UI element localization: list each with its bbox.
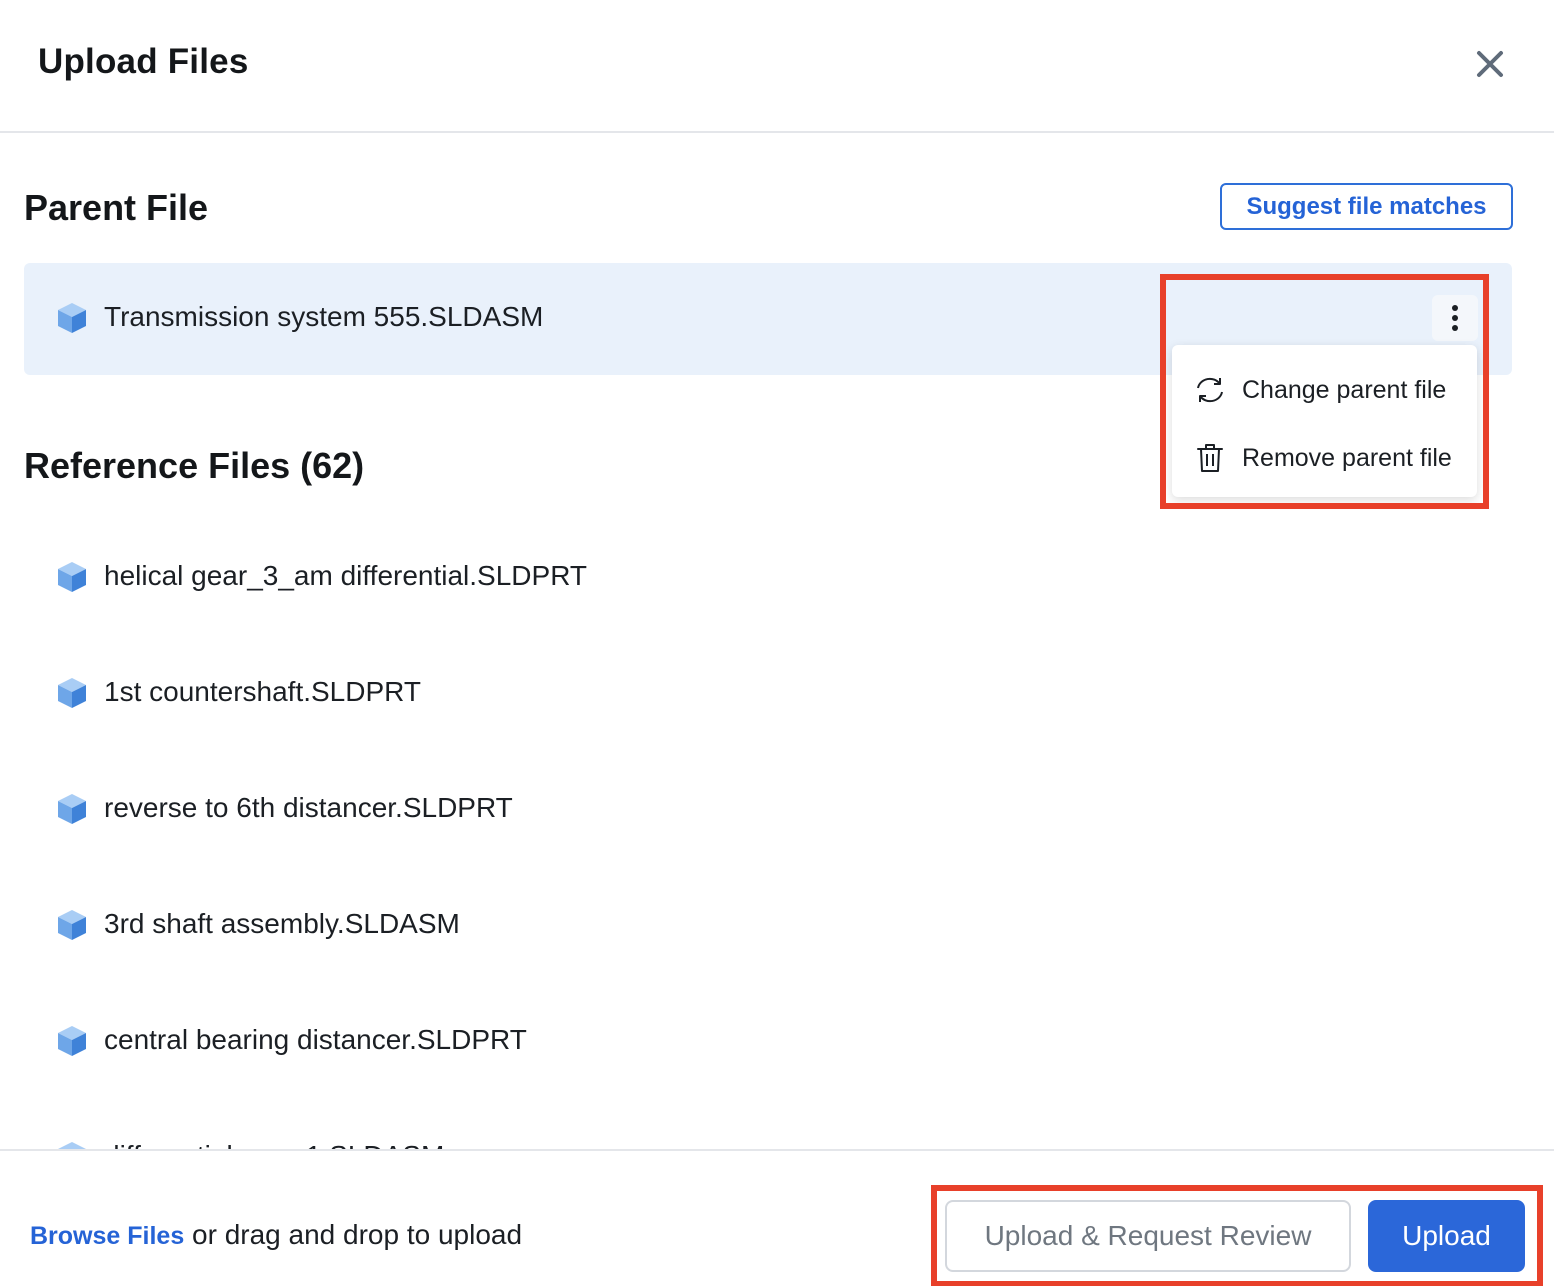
upload-files-dialog: Upload Files Parent File Suggest file ma… xyxy=(0,0,1554,1286)
change-parent-file-label: Change parent file xyxy=(1242,375,1447,404)
list-item[interactable]: reverse to 6th distancer.SLDPRT xyxy=(24,779,1512,839)
trash-icon xyxy=(1190,438,1230,478)
reference-file-name: differential assy 1.SLDASM xyxy=(104,1140,444,1149)
kebab-menu-icon xyxy=(1452,305,1458,331)
cube-icon xyxy=(58,678,86,708)
cube-icon xyxy=(58,562,86,592)
dialog-header: Upload Files xyxy=(0,0,1554,133)
reference-file-name: reverse to 6th distancer.SLDPRT xyxy=(104,792,513,823)
reference-file-name: 1st countershaft.SLDPRT xyxy=(104,676,421,707)
change-parent-file-menu-item[interactable]: Change parent file xyxy=(1172,359,1477,421)
list-item[interactable]: differential assy 1.SLDASM xyxy=(24,1127,1512,1149)
cube-icon xyxy=(58,1026,86,1056)
list-item[interactable]: 3rd shaft assembly.SLDASM xyxy=(24,895,1512,955)
reference-file-name: 3rd shaft assembly.SLDASM xyxy=(104,908,460,939)
parent-file-name: Transmission system 555.SLDASM xyxy=(104,301,544,332)
reference-file-name: central bearing distancer.SLDPRT xyxy=(104,1024,527,1055)
upload-request-review-button[interactable]: Upload & Request Review xyxy=(945,1200,1351,1272)
more-options-button[interactable] xyxy=(1432,295,1478,341)
parent-file-options-menu: Change parent file Remove parent file xyxy=(1172,345,1477,497)
cube-icon xyxy=(58,794,86,824)
upload-button[interactable]: Upload xyxy=(1368,1200,1525,1272)
reference-file-name: helical gear_3_am differential.SLDPRT xyxy=(104,560,588,591)
browse-files-link[interactable]: Browse Files xyxy=(30,1222,184,1250)
cube-icon xyxy=(58,1142,86,1149)
remove-parent-file-menu-item[interactable]: Remove parent file xyxy=(1172,427,1477,489)
remove-parent-file-label: Remove parent file xyxy=(1242,443,1452,472)
parent-file-heading: Parent File xyxy=(24,187,209,228)
drag-drop-text: or drag and drop to upload xyxy=(184,1219,523,1250)
close-button[interactable] xyxy=(1466,40,1514,88)
close-icon xyxy=(1477,51,1503,77)
list-item[interactable]: 1st countershaft.SLDPRT xyxy=(24,663,1512,723)
dialog-title: Upload Files xyxy=(38,42,249,81)
refresh-icon xyxy=(1190,370,1230,410)
dialog-body: Parent File Suggest file matches Transmi… xyxy=(0,135,1554,1149)
cube-icon xyxy=(58,910,86,940)
reference-files-heading: Reference Files (62) xyxy=(24,445,365,486)
drop-zone-hint: Browse Files or drag and drop to upload xyxy=(30,1219,522,1251)
suggest-file-matches-button[interactable]: Suggest file matches xyxy=(1220,183,1513,230)
dialog-footer: Browse Files or drag and drop to upload … xyxy=(0,1149,1554,1286)
list-item[interactable]: helical gear_3_am differential.SLDPRT xyxy=(24,547,1512,607)
list-item[interactable]: central bearing distancer.SLDPRT xyxy=(24,1011,1512,1071)
cube-icon xyxy=(58,303,86,333)
